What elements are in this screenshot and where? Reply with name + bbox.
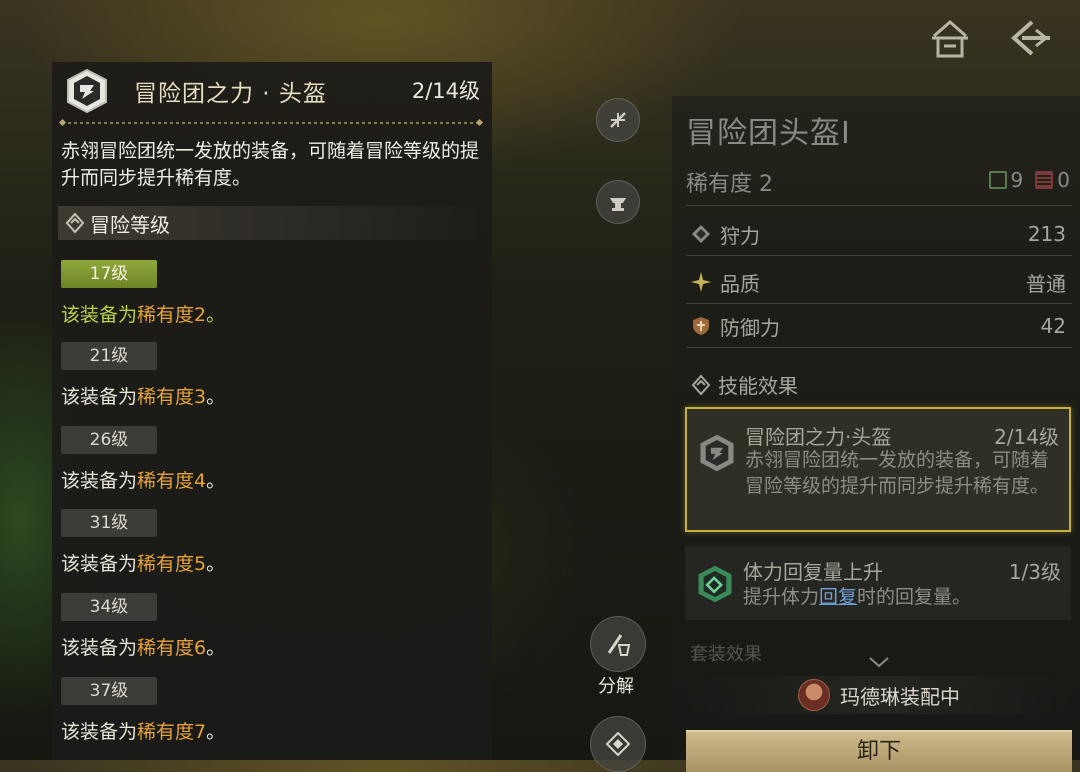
adventure-team-emblem-icon (64, 68, 110, 114)
tier-rarity: 稀有度3 (137, 386, 207, 408)
rarity-tier: 17级该装备为稀有度2。 (61, 260, 481, 327)
pin-icon (610, 112, 626, 128)
tier-description: 该装备为稀有度4。 (61, 466, 481, 493)
chevron-down-icon[interactable] (868, 656, 890, 668)
gallery-button[interactable] (590, 716, 646, 772)
tier-suffix: 。 (206, 470, 226, 492)
red-slot-count: 0 (1057, 168, 1070, 192)
skill-title: 冒险团之力 · 头盔 (134, 81, 327, 107)
tier-prefix: 该装备为 (61, 304, 138, 326)
home-icon[interactable] (926, 14, 974, 62)
tier-rarity: 稀有度4 (137, 470, 207, 492)
section-label: 冒险等级 (90, 212, 170, 237)
tier-suffix: 。 (206, 721, 226, 743)
crystal-icon (605, 731, 631, 757)
tier-level-badge: 26级 (61, 426, 157, 454)
stat-row-quality: 品质 普通 (686, 261, 1072, 304)
pin-button[interactable] (596, 98, 640, 142)
tier-level-badge: 31级 (61, 509, 157, 537)
tier-level-badge: 34级 (61, 593, 157, 621)
green-slot-icon (988, 171, 1007, 189)
tier-prefix: 该装备为 (61, 470, 138, 492)
tier-prefix: 该装备为 (61, 637, 138, 659)
recovery-link[interactable]: 回复 (819, 586, 857, 608)
stat-value: 213 (1027, 222, 1066, 246)
diamond-rank-icon (691, 373, 711, 396)
shield-icon (693, 317, 709, 335)
red-slot-icon (1035, 171, 1054, 189)
desc-text: 时的回复量。 (857, 586, 972, 608)
rarity-tier: 34级该装备为稀有度6。 (61, 593, 481, 660)
forge-button[interactable] (596, 180, 640, 224)
tier-description: 该装备为稀有度3。 (61, 382, 481, 409)
tier-description: 该装备为稀有度7。 (61, 717, 481, 744)
rarity-tier: 31级该装备为稀有度5。 (61, 509, 481, 576)
tier-suffix: 。 (206, 553, 226, 575)
skill-name: 冒险团之力·头盔 (745, 425, 892, 449)
decompose-button[interactable] (590, 616, 646, 672)
rarity-tier: 21级该装备为稀有度3。 (61, 342, 481, 409)
tier-rarity: 稀有度2 (137, 304, 207, 326)
adventure-team-emblem-icon (700, 434, 734, 472)
green-slot-count: 9 (1010, 168, 1024, 192)
tier-prefix: 该装备为 (61, 386, 138, 408)
rarity-tier: 26级该装备为稀有度4。 (61, 426, 481, 493)
ornate-divider (62, 122, 480, 124)
tier-prefix: 该装备为 (61, 721, 138, 743)
tier-level-badge: 21级 (61, 342, 157, 370)
stat-row-defense: 防御力 42 (686, 305, 1072, 348)
back-icon[interactable] (1006, 14, 1054, 62)
skill-name: 体力回复量上升 (743, 560, 883, 584)
tier-rarity: 稀有度6 (137, 637, 207, 659)
skill-level: 2/14级 (994, 425, 1059, 449)
rarity-tier: 37级该装备为稀有度7。 (61, 677, 481, 744)
diamond-rank-icon (65, 212, 85, 234)
tier-level-badge: 17级 (61, 260, 157, 288)
desc-text: 提升体力 (743, 586, 820, 608)
decompose-label: 分解 (598, 676, 634, 697)
stat-label: 狩力 (720, 223, 760, 248)
stamina-skill-icon (698, 565, 732, 603)
skill-detail-panel: 冒险团之力 · 头盔 2/14级 赤翎冒险团统一发放的装备，可随着冒险等级的提升… (52, 62, 492, 760)
stats-divider (686, 205, 1072, 206)
tier-description: 该装备为稀有度6。 (61, 633, 481, 660)
adventure-level-section-header: 冒险等级 (58, 206, 476, 240)
skills-header-label: 技能效果 (718, 374, 798, 398)
sparkle-icon (691, 272, 711, 292)
skill-description: 提升体力回复时的回复量。 (743, 584, 1058, 610)
equipment-name: 冒险团头盔Ⅰ (686, 116, 851, 151)
tier-suffix: 。 (206, 304, 226, 326)
tier-description: 该装备为稀有度5。 (61, 549, 481, 576)
unequip-button[interactable]: 卸下 (686, 730, 1072, 772)
skill-level: 2/14级 (411, 79, 480, 103)
stat-value: 普通 (1026, 271, 1066, 296)
hunt-power-icon (692, 225, 710, 243)
tier-rarity: 稀有度5 (137, 553, 207, 575)
tier-description: 该装备为稀有度2。 (61, 300, 481, 327)
skills-section-header: 技能效果 (690, 370, 798, 399)
equipment-rarity: 稀有度 2 (686, 172, 773, 197)
tier-prefix: 该装备为 (61, 553, 138, 575)
equipped-by-bar: 玛德琳装配中 (686, 676, 1072, 714)
stat-value: 42 (1040, 314, 1066, 338)
tier-suffix: 。 (206, 386, 226, 408)
skill-card-adventure-helm[interactable]: 冒险团之力·头盔 2/14级 赤翎冒险团统一发放的装备，可随着冒险等级的提升而同… (685, 407, 1071, 532)
avatar (798, 679, 830, 711)
tier-suffix: 。 (206, 637, 226, 659)
stat-label: 品质 (720, 271, 760, 296)
skill-description: 赤翎冒险团统一发放的装备，可随着冒险等级的提升而同步提升稀有度。 (745, 449, 1050, 497)
equipped-by-label: 玛德琳装配中 (840, 684, 960, 709)
tier-rarity: 稀有度7 (137, 721, 207, 743)
anvil-icon (610, 198, 626, 211)
decompose-flask-icon (607, 634, 631, 656)
set-effect-label: 套装效果 (690, 644, 762, 665)
stat-row-hunt-power: 狩力 213 (686, 213, 1072, 256)
decoration-slots: 9 0 (988, 168, 1070, 192)
tier-level-badge: 37级 (61, 677, 157, 705)
skill-description: 赤翎冒险团统一发放的装备，可随着冒险等级的提升而同步提升稀有度。 (61, 140, 480, 189)
skill-level: 1/3级 (1008, 560, 1061, 584)
skill-card-stamina-recovery[interactable]: 体力回复量上升 1/3级 提升体力回复时的回复量。 (685, 546, 1071, 620)
stat-label: 防御力 (720, 315, 780, 340)
